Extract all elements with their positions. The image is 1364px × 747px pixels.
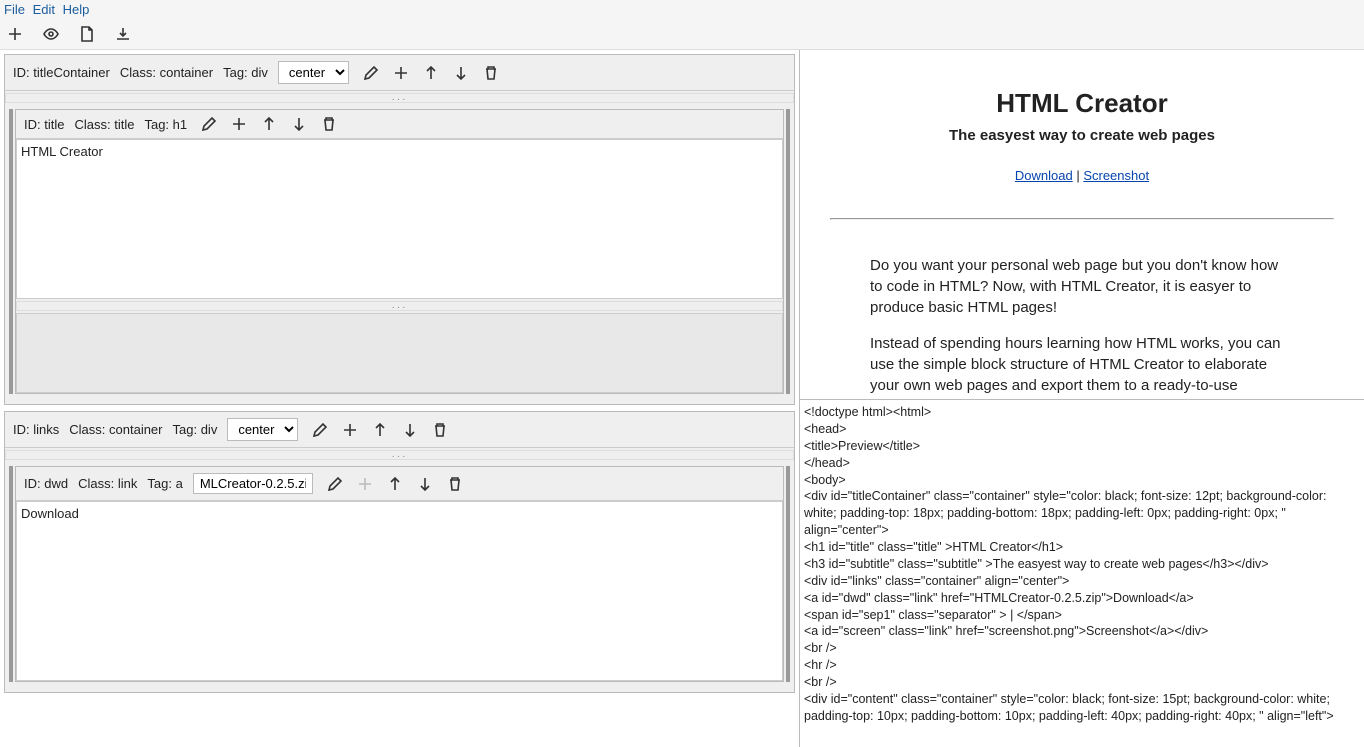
edit-icon[interactable]: [312, 422, 328, 438]
delete-icon[interactable]: [321, 116, 337, 132]
tag-label: Tag: div: [173, 422, 218, 437]
class-label: Class: container: [69, 422, 162, 437]
block-title: ID: title Class: title Tag: h1 HTML Crea…: [15, 109, 784, 394]
preview-links: Download | Screenshot: [830, 168, 1334, 183]
preview-title: HTML Creator: [830, 88, 1334, 119]
menu-help[interactable]: Help: [63, 2, 90, 17]
download-link[interactable]: Download: [1015, 168, 1073, 183]
drag-handle[interactable]: ···: [5, 93, 794, 103]
tag-label: Tag: a: [147, 476, 182, 491]
editor-panel: ID: titleContainer Class: container Tag:…: [0, 50, 800, 747]
block-dwd: ID: dwd Class: link Tag: a Download: [15, 466, 784, 682]
empty-area: [16, 313, 783, 393]
move-up-icon[interactable]: [387, 476, 403, 492]
move-down-icon[interactable]: [402, 422, 418, 438]
edit-icon[interactable]: [201, 116, 217, 132]
class-label: Class: link: [78, 476, 137, 491]
export-icon[interactable]: [112, 23, 134, 45]
add-child-icon[interactable]: [342, 422, 358, 438]
id-label: ID: links: [13, 422, 59, 437]
align-select[interactable]: center: [278, 61, 349, 84]
class-label: Class: container: [120, 65, 213, 80]
edit-icon[interactable]: [327, 476, 343, 492]
add-child-icon[interactable]: [393, 65, 409, 81]
href-input[interactable]: [193, 473, 313, 494]
eye-icon[interactable]: [40, 23, 62, 45]
edit-icon[interactable]: [363, 65, 379, 81]
id-label: ID: titleContainer: [13, 65, 110, 80]
delete-icon[interactable]: [447, 476, 463, 492]
class-label: Class: title: [74, 117, 134, 132]
delete-icon[interactable]: [483, 65, 499, 81]
move-down-icon[interactable]: [417, 476, 433, 492]
block-links: ID: links Class: container Tag: div cent…: [4, 411, 795, 693]
move-down-icon[interactable]: [291, 116, 307, 132]
source-panel: <!doctype html><html> <head> <title>Prev…: [800, 400, 1364, 747]
move-up-icon[interactable]: [261, 116, 277, 132]
add-icon[interactable]: [4, 23, 26, 45]
tag-label: Tag: div: [223, 65, 268, 80]
drag-handle[interactable]: ···: [5, 450, 794, 460]
id-label: ID: title: [24, 117, 64, 132]
block-titleContainer: ID: titleContainer Class: container Tag:…: [4, 54, 795, 405]
drag-handle[interactable]: ···: [16, 301, 783, 311]
preview-subtitle: The easyest way to create web pages: [830, 127, 1334, 144]
move-down-icon[interactable]: [453, 65, 469, 81]
preview-paragraph-1: Do you want your personal web page but y…: [830, 255, 1334, 318]
delete-icon[interactable]: [432, 422, 448, 438]
menu-file[interactable]: File: [4, 2, 25, 17]
menu-bar: File Edit Help: [0, 0, 1364, 19]
content-editor[interactable]: Download: [16, 501, 783, 681]
toolbar: [0, 19, 1364, 50]
id-label: ID: dwd: [24, 476, 68, 491]
move-up-icon[interactable]: [372, 422, 388, 438]
tag-label: Tag: h1: [144, 117, 187, 132]
content-editor[interactable]: HTML Creator: [16, 139, 783, 299]
screenshot-link[interactable]: Screenshot: [1083, 168, 1149, 183]
document-icon[interactable]: [76, 23, 98, 45]
add-child-icon[interactable]: [231, 116, 247, 132]
align-select[interactable]: center: [227, 418, 298, 441]
add-child-icon: [357, 476, 373, 492]
preview-panel: HTML Creator The easyest way to create w…: [800, 50, 1364, 400]
menu-edit[interactable]: Edit: [33, 2, 55, 17]
separator: |: [1073, 168, 1084, 183]
move-up-icon[interactable]: [423, 65, 439, 81]
preview-paragraph-2: Instead of spending hours learning how H…: [830, 333, 1334, 400]
